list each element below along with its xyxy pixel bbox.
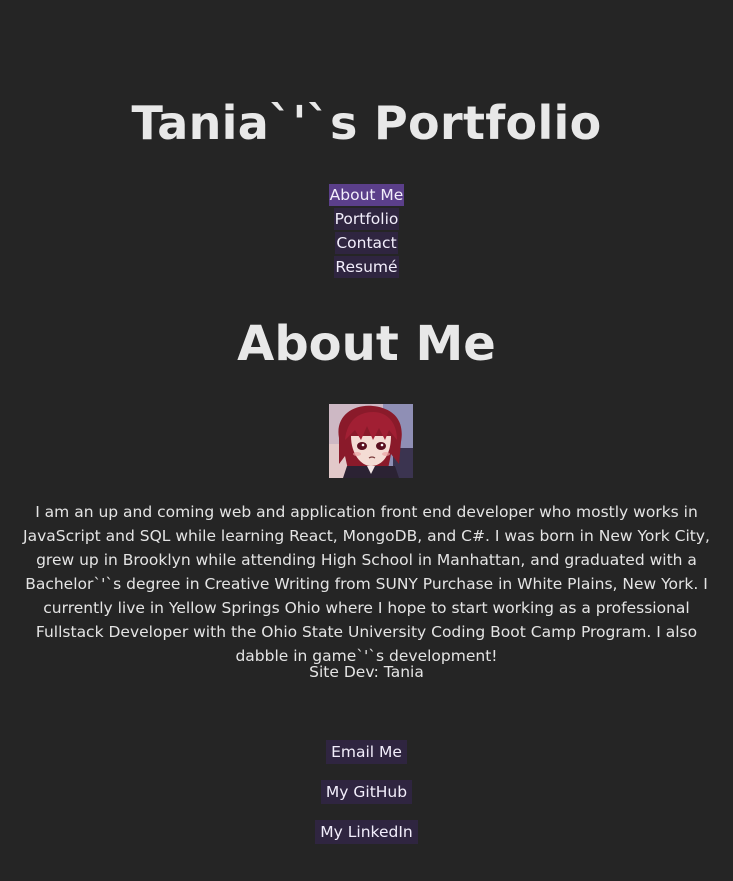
linkedin-link[interactable]: My LinkedIn	[315, 820, 418, 844]
contact-links: Email Me My GitHub My LinkedIn	[0, 740, 733, 860]
github-link[interactable]: My GitHub	[320, 780, 413, 804]
avatar	[329, 404, 413, 478]
nav-item-about-me[interactable]: About Me	[328, 184, 405, 206]
email-link[interactable]: Email Me	[326, 740, 407, 764]
page: Tania`'`s Portfolio About Me Portfolio C…	[0, 0, 733, 881]
anime-avatar-icon	[329, 404, 413, 478]
bio-paragraph: I am an up and coming web and applicatio…	[23, 503, 710, 665]
nav-item-contact[interactable]: Contact	[335, 232, 398, 254]
nav-item-resume[interactable]: Resumé	[334, 256, 399, 278]
site-credit: Site Dev: Tania	[309, 663, 424, 681]
section-title: About Me	[237, 316, 496, 372]
main-nav: About Me Portfolio Contact Resumé	[0, 184, 733, 280]
site-title: Tania`'`s Portfolio	[131, 96, 602, 150]
nav-item-portfolio[interactable]: Portfolio	[333, 208, 400, 230]
